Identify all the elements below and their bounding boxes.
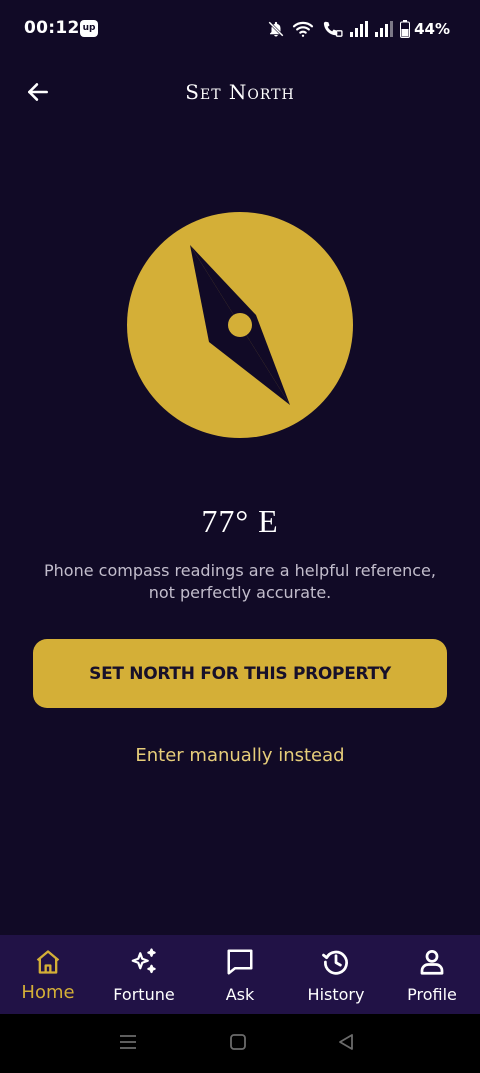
bell-off-icon: [267, 20, 285, 38]
back-system-button[interactable]: [334, 1033, 358, 1055]
battery-icon: [400, 20, 411, 38]
nav-label-home: Home: [21, 982, 75, 1003]
signal-icon: [350, 21, 369, 37]
nav-label-fortune: Fortune: [113, 985, 175, 1004]
nav-item-fortune[interactable]: Fortune: [96, 935, 192, 1014]
nav-label-history: History: [307, 985, 365, 1004]
header: Set North: [0, 58, 480, 126]
status-icons: 44%: [267, 18, 450, 40]
nav-item-history[interactable]: History: [288, 935, 384, 1014]
page-title: Set North: [185, 80, 295, 104]
history-icon: [321, 945, 351, 979]
disclaimer-line: not perfectly accurate.: [148, 583, 332, 602]
wifi-calling-icon: [321, 20, 343, 38]
home-icon: [34, 945, 62, 979]
recent-apps-button[interactable]: [116, 1033, 140, 1055]
nav-label-profile: Profile: [407, 985, 457, 1004]
system-nav-bar: [0, 1014, 480, 1073]
status-bar: 00:12 up 44%: [0, 0, 480, 58]
compass-disclaimer: Phone compass readings are a helpful ref…: [30, 560, 450, 604]
set-north-screen: 00:12 up 44% Set North 77° E Phone compa…: [0, 0, 480, 1073]
nav-item-home[interactable]: Home: [0, 935, 96, 1014]
nav-label-ask: Ask: [225, 985, 255, 1004]
menu-icon: [118, 1033, 138, 1055]
compass-icon: [127, 212, 353, 438]
disclaimer-line: Phone compass readings are a helpful ref…: [44, 561, 436, 580]
triangle-back-icon: [337, 1033, 355, 1055]
user-icon: [417, 945, 447, 979]
compass-heading: 77° E: [201, 503, 279, 539]
nav-item-profile[interactable]: Profile: [384, 935, 480, 1014]
nav-item-ask[interactable]: Ask: [192, 935, 288, 1014]
status-time: 00:12: [24, 18, 80, 38]
enter-manually-link[interactable]: Enter manually instead: [0, 745, 480, 766]
app-notification-badge: up: [80, 20, 98, 37]
chat-icon: [225, 945, 255, 979]
square-icon: [229, 1033, 247, 1055]
bottom-nav: Home Fortune Ask History Profile: [0, 935, 480, 1014]
signal-icon: [375, 21, 394, 37]
battery-percentage: 44%: [414, 20, 450, 38]
sparkles-icon: [129, 945, 159, 979]
wifi-icon: [292, 20, 314, 38]
set-north-button[interactable]: SET NORTH FOR THIS PROPERTY: [33, 639, 447, 708]
home-system-button[interactable]: [226, 1033, 250, 1055]
